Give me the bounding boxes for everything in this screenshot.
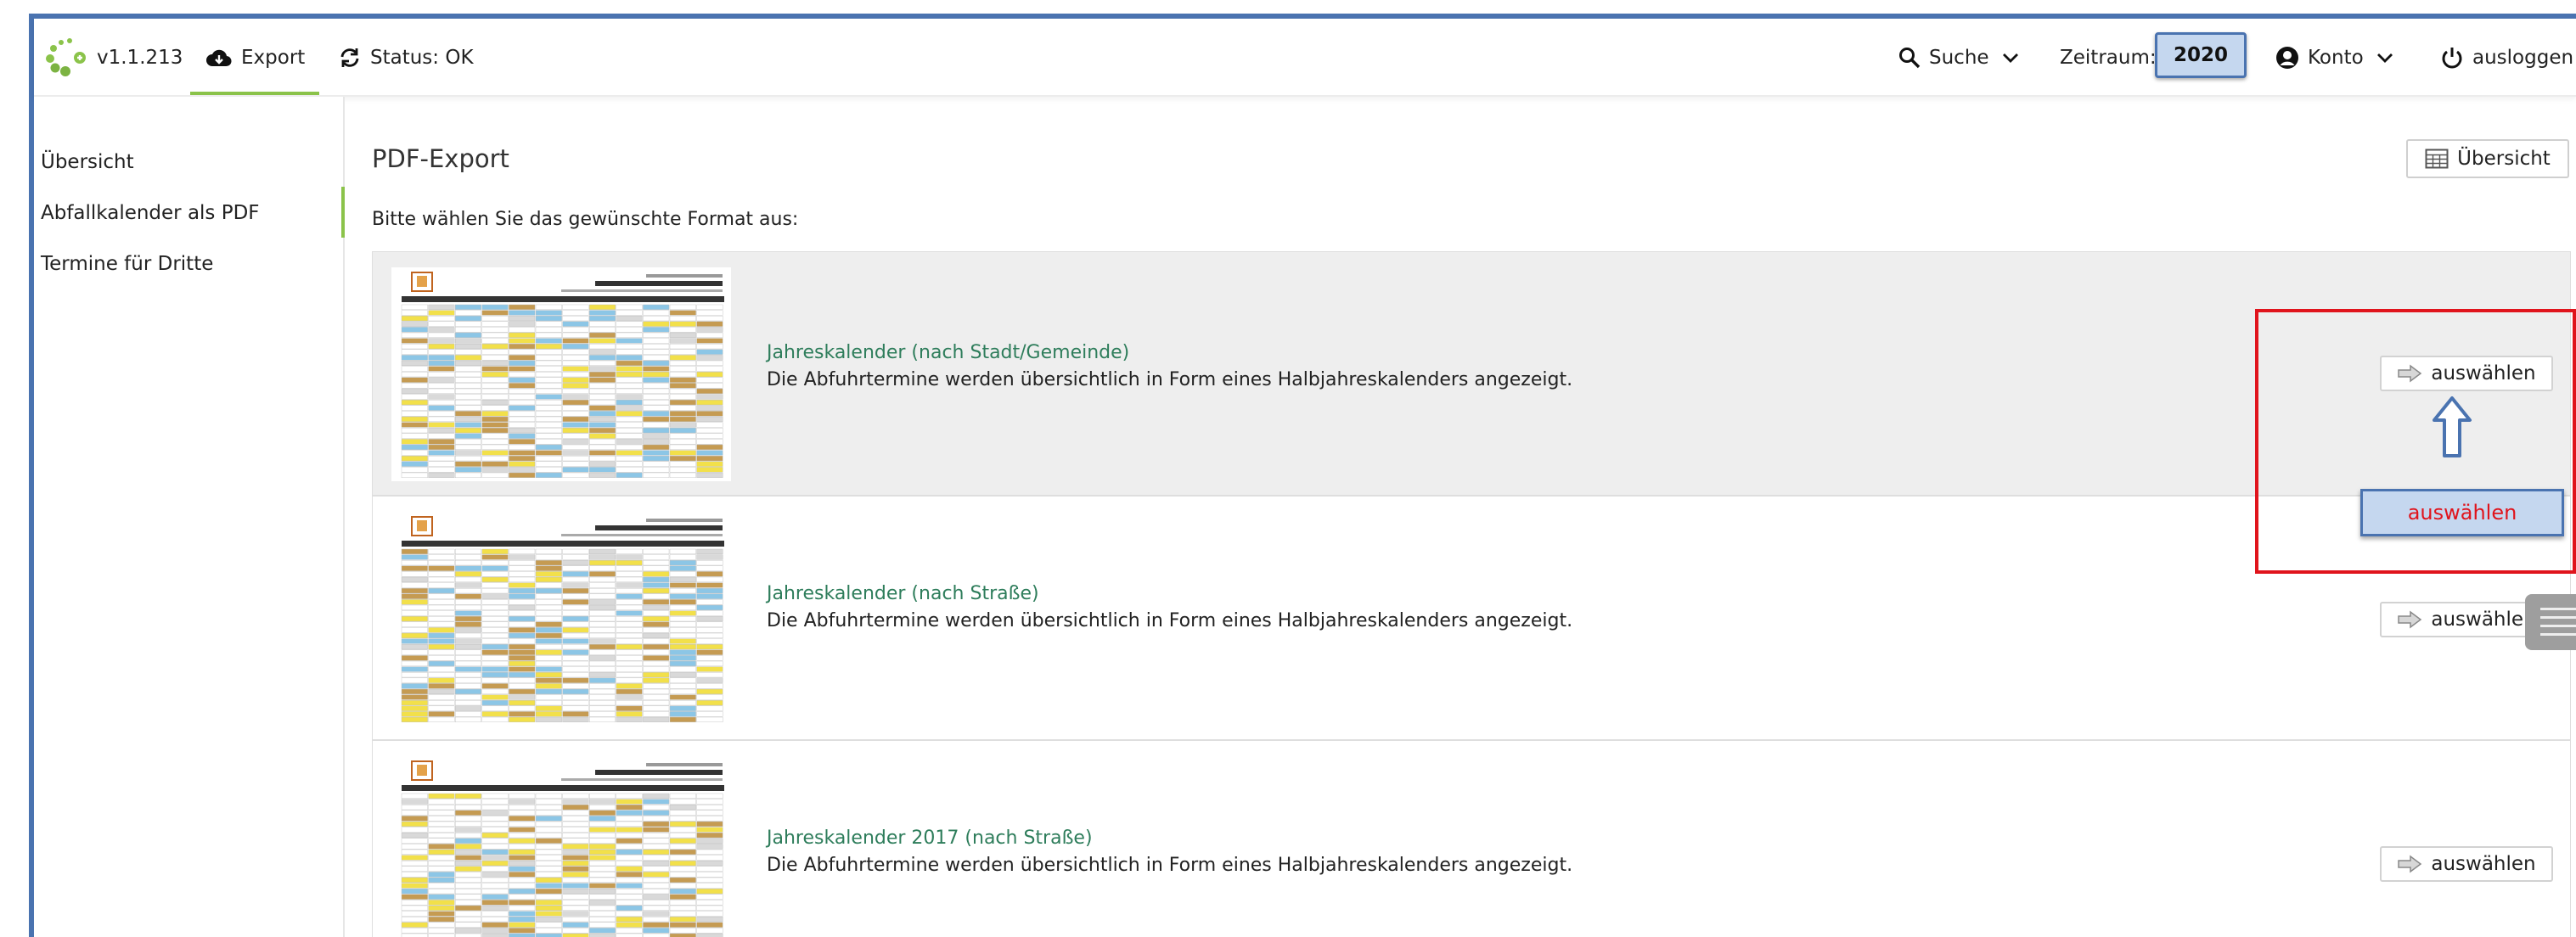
- nav-logout-label: ausloggen: [2472, 47, 2574, 69]
- table-icon: [2425, 149, 2449, 169]
- format-description: Die Abfuhrtermine werden übersichtlich i…: [767, 610, 1573, 631]
- up-arrow-icon: [2433, 396, 2472, 457]
- page-title: PDF-Export: [372, 144, 509, 173]
- format-description: Die Abfuhrtermine werden übersichtlich i…: [767, 855, 1573, 876]
- sidebar-item-pdf-calendar[interactable]: Abfallkalender als PDF: [41, 202, 260, 224]
- nav-account-label: Konto: [2308, 47, 2364, 69]
- chevron-down-icon: [2376, 53, 2393, 63]
- format-row: Jahreskalender (nach Stadt/Gemeinde) Die…: [372, 251, 2571, 496]
- side-panel-handle[interactable]: [2525, 594, 2576, 650]
- calendar-thumbnail[interactable]: [391, 512, 731, 726]
- cloud-download-icon: [206, 49, 232, 67]
- version-text: v1.1.213: [97, 47, 183, 69]
- period-label-text: Zeitraum:: [2060, 47, 2157, 69]
- select-button-label: auswählen: [2431, 609, 2536, 631]
- period-label: Zeitraum:: [2060, 19, 2157, 97]
- format-title[interactable]: Jahreskalender (nach Straße): [767, 583, 1039, 604]
- arrow-right-icon: [2398, 610, 2422, 629]
- overview-button-label: Übersicht: [2457, 148, 2551, 170]
- refresh-icon: [340, 48, 359, 67]
- nav-logout[interactable]: ausloggen: [2440, 19, 2573, 97]
- calendar-thumbnail[interactable]: [391, 756, 731, 937]
- arrow-right-icon: [2398, 855, 2422, 873]
- format-description: Die Abfuhrtermine werden übersichtlich i…: [767, 369, 1573, 390]
- annotation-callout: auswählen: [2360, 489, 2564, 536]
- power-icon: [2442, 48, 2462, 69]
- user-circle-icon: [2276, 47, 2298, 69]
- nav-export-label: Export: [241, 47, 306, 69]
- format-title[interactable]: Jahreskalender 2017 (nach Straße): [767, 828, 1093, 849]
- overview-button[interactable]: Übersicht: [2406, 139, 2569, 178]
- format-row: Jahreskalender (nach Straße) Die Abfuhrt…: [372, 496, 2571, 740]
- sidebar: Übersicht Abfallkalender als PDF Termine…: [34, 97, 345, 937]
- chevron-down-icon: [2002, 53, 2018, 63]
- format-row: Jahreskalender 2017 (nach Straße) Die Ab…: [372, 740, 2571, 937]
- sidebar-item-overview[interactable]: Übersicht: [41, 151, 134, 173]
- select-button[interactable]: auswählen: [2380, 846, 2553, 882]
- nav-search-label: Suche: [1929, 47, 1989, 69]
- calendar-thumbnail[interactable]: [391, 267, 731, 481]
- period-year-selector[interactable]: 2020: [2155, 32, 2247, 78]
- nav-search[interactable]: Suche: [1898, 19, 2028, 97]
- logo-icon[interactable]: [42, 36, 93, 76]
- top-navbar: v1.1.213 Export Status: OK Suche Zeitrau…: [34, 19, 2576, 97]
- nav-export[interactable]: Export: [205, 19, 305, 97]
- version-label: v1.1.213: [97, 19, 183, 97]
- sidebar-item-third-party-dates[interactable]: Termine für Dritte: [41, 253, 213, 275]
- nav-status[interactable]: Status: OK: [338, 19, 474, 97]
- nav-status-label: Status: OK: [370, 47, 474, 69]
- sidebar-active-indicator: [341, 187, 345, 238]
- intro-text: Bitte wählen Sie das gewünschte Format a…: [372, 209, 799, 230]
- search-icon: [1899, 48, 1921, 69]
- active-tab-indicator: [190, 92, 319, 95]
- select-button-label: auswählen: [2431, 853, 2536, 875]
- nav-account[interactable]: Konto: [2275, 19, 2403, 97]
- format-title[interactable]: Jahreskalender (nach Stadt/Gemeinde): [767, 342, 1129, 363]
